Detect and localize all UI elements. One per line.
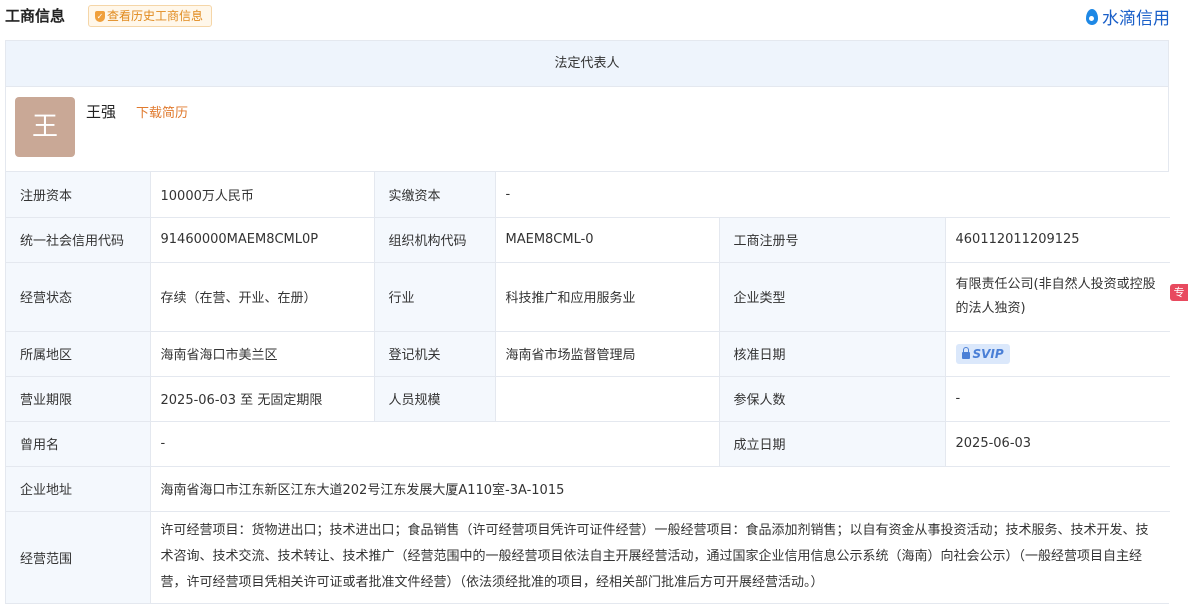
table-row: 经营范围 许可经营项目：货物进出口；技术进出口；食品销售（许可经营项目凭许可证件… — [6, 510, 1171, 603]
field-value: MAEM8CML-0 — [494, 216, 720, 263]
page-title: 工商信息 — [5, 7, 66, 25]
download-resume-link[interactable]: 下载简历 — [136, 102, 188, 121]
view-history-button[interactable]: ✓ 查看历史工商信息 — [88, 5, 213, 27]
svip-badge[interactable]: SVIP — [955, 343, 1010, 364]
side-tag[interactable]: 专 — [1170, 284, 1188, 301]
svip-label: SVIP — [972, 346, 1004, 361]
table-row: 曾用名 - 成立日期 2025-06-03 — [6, 420, 1171, 467]
field-label: 成立日期 — [718, 420, 946, 467]
field-value: 科技推广和应用服务业 — [494, 261, 720, 332]
field-label: 人员规模 — [373, 375, 496, 422]
field-value: 许可经营项目：货物进出口；技术进出口；食品销售（许可经营项目凭许可证件经营）一般… — [149, 510, 1171, 603]
field-label: 所属地区 — [6, 330, 151, 377]
header-bar: 工商信息 ✓ 查看历史工商信息 水滴信用 — [0, 0, 1188, 34]
lock-icon — [961, 346, 970, 359]
table-row: 所属地区 海南省海口市美兰区 登记机关 海南省市场监督管理局 核准日期 SVIP — [6, 330, 1171, 377]
field-value: 10000万人民币 — [149, 172, 375, 218]
field-value: - — [494, 172, 1171, 218]
table-row: 统一社会信用代码 91460000MAEM8CML0P 组织机构代码 MAEM8… — [6, 216, 1171, 263]
field-value: 海南省海口市江东新区江东大道202号江东发展大厦A110室-3A-1015 — [149, 465, 1171, 512]
field-label: 营业期限 — [6, 375, 151, 422]
table-row: 经营状态 存续（在营、开业、在册） 行业 科技推广和应用服务业 企业类型 有限责… — [6, 261, 1171, 332]
legal-rep-name[interactable]: 王强 — [86, 101, 116, 122]
view-history-label: 查看历史工商信息 — [107, 9, 204, 23]
field-label: 统一社会信用代码 — [6, 216, 151, 263]
table-row: 企业地址 海南省海口市江东新区江东大道202号江东发展大厦A110室-3A-10… — [6, 465, 1171, 512]
field-label: 参保人数 — [718, 375, 946, 422]
field-label: 企业地址 — [6, 465, 151, 512]
field-label: 实缴资本 — [373, 172, 496, 218]
field-label: 登记机关 — [373, 330, 496, 377]
field-value: 2025-06-03 至 无固定期限 — [149, 375, 375, 422]
field-value: 存续（在营、开业、在册） — [149, 261, 375, 332]
field-value: - — [149, 420, 720, 467]
field-value: 460112011209125 — [944, 216, 1171, 263]
field-label: 组织机构代码 — [373, 216, 496, 263]
field-label: 经营范围 — [6, 510, 151, 603]
water-drop-icon — [1086, 8, 1098, 25]
legal-rep-header: 法定代表人 — [6, 41, 1168, 87]
field-value: 海南省海口市美兰区 — [149, 330, 375, 377]
field-label: 曾用名 — [6, 420, 151, 467]
field-label: 注册资本 — [6, 172, 151, 218]
field-value: 有限责任公司(非自然人投资或控股的法人独资) — [944, 261, 1171, 332]
legal-rep-row: 王 王强 下载简历 — [6, 87, 1168, 172]
info-table: 注册资本 10000万人民币 实缴资本 - 统一社会信用代码 91460000M… — [6, 172, 1171, 603]
field-value — [494, 375, 720, 422]
field-value: SVIP — [944, 330, 1171, 377]
field-label: 企业类型 — [718, 261, 946, 332]
field-label: 工商注册号 — [718, 216, 946, 263]
table-row: 注册资本 10000万人民币 实缴资本 - — [6, 172, 1171, 218]
table-row: 营业期限 2025-06-03 至 无固定期限 人员规模 参保人数 - — [6, 375, 1171, 422]
business-info-panel: 法定代表人 王 王强 下载简历 注册资本 10000万人民币 实缴资本 - 统一… — [5, 40, 1171, 604]
field-label: 经营状态 — [6, 261, 151, 332]
field-value: - — [944, 375, 1171, 422]
field-value: 2025-06-03 — [944, 420, 1171, 467]
field-value: 91460000MAEM8CML0P — [149, 216, 375, 263]
field-label: 行业 — [373, 261, 496, 332]
brand-logo: 水滴信用 — [1086, 4, 1170, 29]
field-label: 核准日期 — [718, 330, 946, 377]
field-value: 海南省市场监督管理局 — [494, 330, 720, 377]
shield-icon: ✓ — [95, 10, 105, 22]
avatar: 王 — [15, 97, 75, 157]
brand-name: 水滴信用 — [1102, 9, 1170, 29]
